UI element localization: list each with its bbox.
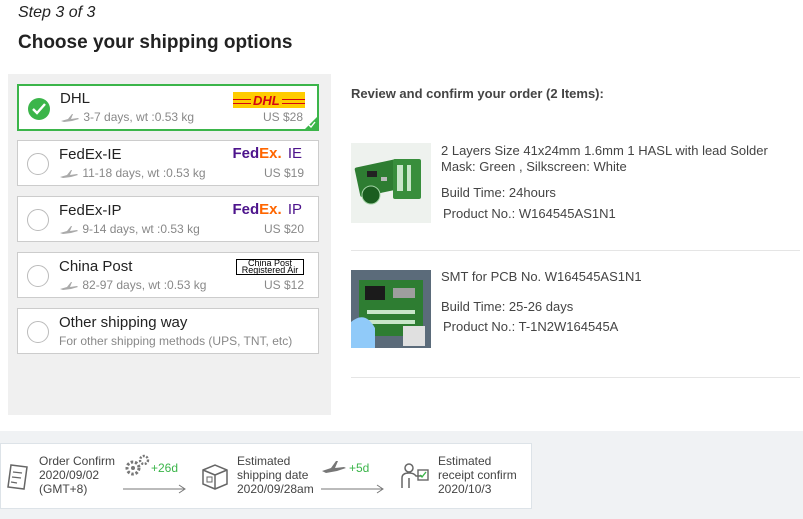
option-price: US $19: [263, 166, 304, 180]
item-build-time: Build Time: 25-26 days: [441, 299, 574, 314]
check-icon: [32, 103, 46, 115]
order-confirm-text: Order Confirm 2020/09/02 (GMT+8): [39, 454, 115, 496]
option-name: FedEx-IE: [59, 146, 122, 163]
shipping-date-text: Estimated shipping date 2020/09/28am: [237, 454, 314, 496]
china-post-logo-line2: Registered Air: [241, 265, 299, 275]
step-indicator: Step 3 of 3: [18, 4, 96, 21]
item-divider: [351, 377, 800, 378]
item-description: 2 Layers Size 41x24mm 1.6mm 1 HASL with …: [441, 143, 768, 174]
item-product-no: Product No.: W164545AS1N1: [443, 206, 616, 221]
option-name: China Post: [59, 258, 133, 275]
build-days: +26d: [151, 461, 179, 475]
fedex-ex: Ex: [259, 201, 278, 218]
fedex-ex: Ex: [259, 145, 278, 162]
option-desc: 11-18 days, wt :0.53 kg: [59, 166, 206, 180]
item-description: SMT for PCB No. W164545AS1N1: [441, 269, 642, 284]
option-desc-text: 11-18 days, wt :0.53 kg: [82, 166, 206, 180]
dhl-logo-text: DHL: [251, 93, 282, 108]
fedex-fed: Fed: [232, 145, 260, 162]
option-desc: 3-7 days, wt :0.53 kg: [60, 110, 194, 124]
shipping-option-fedex-ie[interactable]: FedEx-IE 11-18 days, wt :0.53 kg US $19 …: [17, 140, 319, 186]
option-price: US $20: [263, 222, 304, 236]
item-build-time: Build Time: 24hours: [441, 185, 556, 200]
shipping-date-value: 2020/09/28am: [237, 482, 314, 496]
radio-unchecked[interactable]: [27, 321, 49, 343]
radio-checked[interactable]: [28, 98, 50, 120]
pcb-board-image: [351, 143, 431, 223]
smt-assembly-image: [351, 270, 431, 348]
shipping-date-label-2: shipping date: [237, 468, 309, 482]
fedex-dot: .: [277, 201, 282, 218]
fedex-fed: Fed: [232, 201, 260, 218]
item-divider: [351, 250, 800, 251]
arrow-right-icon: [123, 484, 186, 494]
ship-days: +5d: [349, 461, 370, 475]
shipping-option-dhl[interactable]: DHL 3-7 days, wt :0.53 kg US $28 DHL: [17, 84, 319, 131]
radio-unchecked[interactable]: [27, 209, 49, 231]
order-confirm-label: Order Confirm: [39, 454, 116, 468]
china-post-logo: China Post Registered Air: [236, 259, 304, 275]
option-desc-text: 9-14 days, wt :0.53 kg: [82, 222, 200, 236]
fedex-logo: FedEx. IP: [232, 202, 302, 218]
order-confirm-date: 2020/09/02: [39, 468, 100, 482]
shipping-option-other[interactable]: Other shipping way For other shipping me…: [17, 308, 319, 354]
option-name: Other shipping way: [59, 314, 188, 331]
arrow-right-icon: [321, 484, 384, 494]
option-desc-text: 82-97 days, wt :0.53 kg: [82, 278, 207, 292]
receipt-label-2: receipt confirm: [438, 468, 517, 482]
review-title: Review and confirm your order (2 Items):: [351, 86, 604, 101]
receipt-label-1: Estimated: [438, 454, 492, 468]
gear-icon: [125, 454, 150, 476]
option-name: DHL: [60, 90, 91, 107]
option-desc: For other shipping methods (UPS, TNT, et…: [59, 334, 293, 348]
option-name: FedEx-IP: [59, 202, 122, 219]
order-item: 2 Layers Size 41x24mm 1.6mm 1 HASL with …: [351, 143, 800, 243]
option-desc: 82-97 days, wt :0.53 kg: [59, 278, 206, 292]
radio-unchecked[interactable]: [27, 265, 49, 287]
plane-icon: [60, 225, 78, 234]
receipt-person-icon: [401, 463, 429, 488]
plane-icon: [322, 461, 346, 473]
shipping-option-china-post[interactable]: China Post 82-97 days, wt :0.53 kg US $1…: [17, 252, 319, 298]
order-confirm-timezone: (GMT+8): [39, 482, 88, 496]
option-price: US $12: [263, 278, 304, 292]
plane-icon: [61, 113, 79, 122]
page-title: Choose your shipping options: [18, 32, 293, 53]
dhl-logo: DHL: [233, 92, 305, 108]
receipt-confirm-text: Estimated receipt confirm 2020/10/3: [438, 454, 517, 496]
fedex-logo: FedEx. IE: [232, 146, 302, 162]
option-desc: 9-14 days, wt :0.53 kg: [59, 222, 200, 236]
receipt-date: 2020/10/3: [438, 482, 492, 496]
package-box-icon: [202, 464, 228, 490]
fedex-suffix: IE: [287, 145, 302, 162]
order-document-icon: [7, 464, 28, 490]
shipping-options-panel: DHL 3-7 days, wt :0.53 kg US $28 DHL Fed…: [8, 74, 331, 415]
corner-check-icon: [308, 121, 316, 128]
order-item: SMT for PCB No. W164545AS1N1 Build Time:…: [351, 269, 800, 369]
fedex-dot: .: [277, 145, 282, 162]
shipping-option-fedex-ip[interactable]: FedEx-IP 9-14 days, wt :0.53 kg US $20 F…: [17, 196, 319, 242]
plane-icon: [60, 281, 78, 290]
delivery-timeline: Order Confirm 2020/09/02 (GMT+8) +26d Es…: [0, 443, 532, 509]
option-desc-text: 3-7 days, wt :0.53 kg: [83, 110, 195, 124]
plane-icon: [60, 169, 78, 178]
item-product-no: Product No.: T-1N2W164545A: [443, 319, 619, 334]
radio-unchecked[interactable]: [27, 153, 49, 175]
shipping-date-label-1: Estimated: [237, 454, 291, 468]
fedex-suffix: IP: [287, 201, 302, 218]
option-price: US $28: [262, 110, 303, 124]
